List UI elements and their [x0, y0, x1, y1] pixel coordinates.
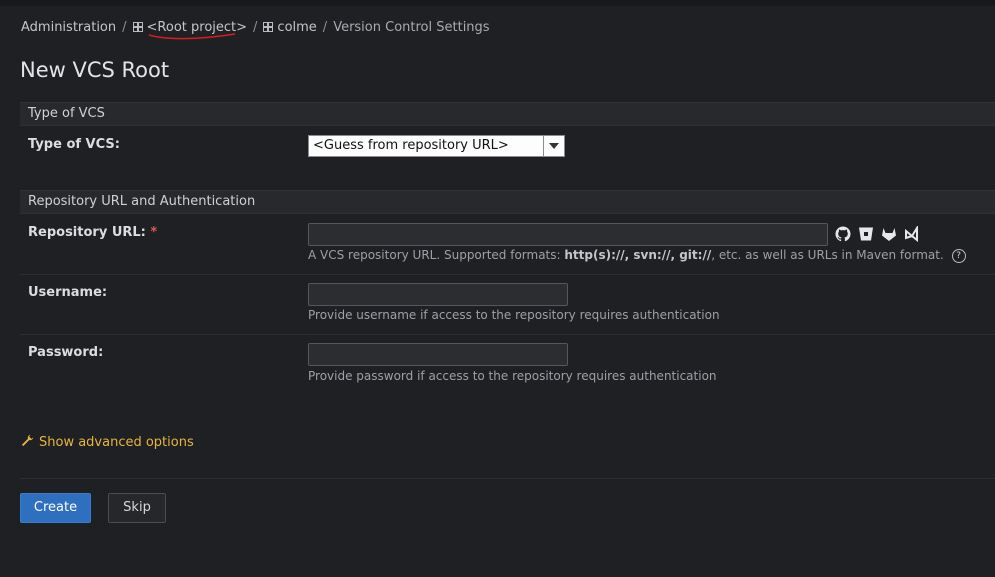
- breadcrumb: Administration / <Root project> / colme …: [21, 18, 490, 39]
- repository-url-hint-suffix: , etc. as well as URLs in Maven format.: [711, 248, 944, 262]
- breadcrumb-separator: /: [122, 19, 127, 35]
- create-button[interactable]: Create: [20, 493, 91, 523]
- skip-button[interactable]: Skip: [108, 493, 166, 523]
- vcs-type-select[interactable]: <Guess from repository URL>: [308, 135, 565, 157]
- breadcrumb-separator: /: [322, 19, 328, 35]
- type-of-vcs-label: Type of VCS:: [28, 137, 120, 152]
- breadcrumb-administration[interactable]: Administration: [21, 20, 116, 35]
- breadcrumb-separator: /: [253, 19, 258, 35]
- row-divider: [20, 334, 995, 335]
- repository-url-label: Repository URL: *: [28, 225, 157, 240]
- section-header-type: Type of VCS: [20, 102, 995, 126]
- vcs-provider-icons: [835, 224, 920, 243]
- repository-url-label-text: Repository URL:: [28, 225, 146, 240]
- page-title: New VCS Root: [20, 58, 170, 83]
- azure-devops-icon[interactable]: [904, 224, 920, 243]
- annotation-underline: [148, 32, 235, 39]
- show-advanced-options-label: Show advanced options: [39, 435, 194, 450]
- breadcrumb-project[interactable]: colme: [277, 20, 316, 35]
- password-hint: Provide password if access to the reposi…: [308, 369, 717, 383]
- project-icon: [263, 22, 274, 32]
- repository-url-input[interactable]: [308, 223, 828, 246]
- wrench-icon: [21, 434, 34, 451]
- repository-url-hint: A VCS repository URL. Supported formats:…: [308, 248, 966, 263]
- repository-url-hint-formats: http(s)://, svn://, git://: [564, 248, 712, 262]
- section-header-repository: Repository URL and Authentication: [20, 190, 995, 214]
- username-hint: Provide username if access to the reposi…: [308, 308, 720, 322]
- repository-url-hint-prefix: A VCS repository URL. Supported formats:: [308, 248, 565, 262]
- project-icon: [132, 22, 143, 32]
- show-advanced-options-link[interactable]: Show advanced options: [21, 434, 194, 451]
- help-icon[interactable]: ?: [951, 248, 966, 263]
- required-mark: *: [150, 225, 158, 240]
- breadcrumb-current[interactable]: Version Control Settings: [333, 20, 489, 35]
- row-divider: [20, 274, 995, 275]
- password-label: Password:: [28, 345, 104, 360]
- username-label: Username:: [28, 285, 108, 300]
- vcs-type-selected: <Guess from repository URL>: [313, 138, 509, 153]
- username-input[interactable]: [308, 283, 568, 306]
- breadcrumb-root-wrap: <Root project>: [147, 20, 247, 39]
- chevron-down-icon: [543, 136, 564, 156]
- github-icon[interactable]: [835, 226, 851, 242]
- top-strip: [0, 0, 995, 6]
- bitbucket-icon[interactable]: [858, 226, 874, 242]
- form-footer-divider: [20, 478, 995, 479]
- gitlab-icon[interactable]: [881, 226, 897, 242]
- password-input[interactable]: [308, 343, 568, 366]
